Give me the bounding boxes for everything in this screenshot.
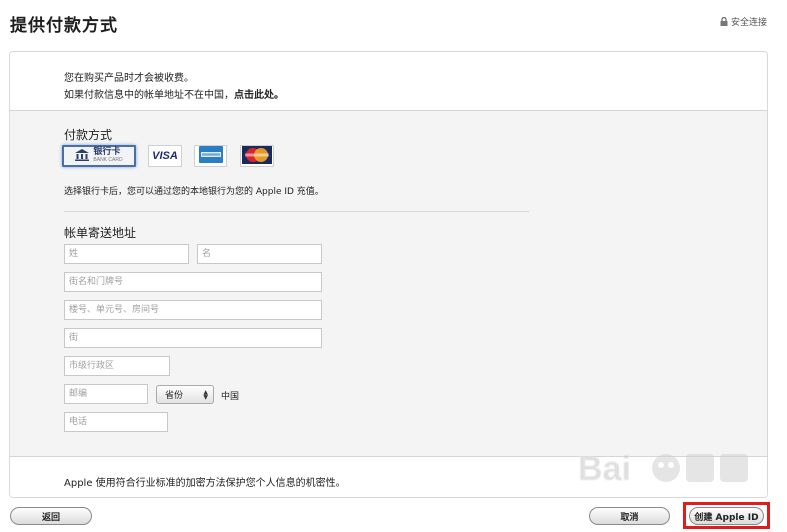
click-here-link[interactable]: 点击此处。	[234, 90, 284, 101]
select-arrows-icon: ▲ ▼	[203, 388, 208, 401]
create-apple-id-button[interactable]: 创建 Apple ID	[689, 507, 764, 525]
country-label: 中国	[221, 392, 240, 402]
billing-country-notice: 如果付款信息中的帐单地址不在中国，点击此处。	[64, 86, 284, 101]
payment-method-title: 付款方式	[64, 128, 113, 142]
amex-logo-icon	[198, 146, 223, 166]
street-field[interactable]	[64, 272, 322, 292]
billing-country-notice-text: 如果付款信息中的帐单地址不在中国，	[64, 90, 234, 101]
building-field[interactable]	[64, 300, 322, 320]
province-select-value: 省份	[165, 391, 184, 401]
bank-icon	[75, 148, 90, 164]
back-button[interactable]: 返回	[10, 507, 92, 525]
lock-icon	[720, 17, 728, 26]
billing-address-title: 帐单寄送地址	[64, 226, 137, 240]
bank-card-hint: 选择银行卡后，您可以通过您的本地银行为您的 Apple ID 充值。	[64, 187, 324, 197]
payment-option-visa[interactable]: VISA	[148, 145, 182, 167]
mastercard-logo-icon	[242, 145, 272, 167]
payment-form-card: 您在购买产品时才会被收费。 如果付款信息中的帐单地址不在中国，点击此处。 付款方…	[9, 51, 768, 498]
last-name-field[interactable]	[64, 244, 189, 264]
bank-card-sublabel: BANK CARD	[93, 157, 123, 163]
charge-notice: 您在购买产品时才会被收费。	[64, 73, 194, 84]
province-select[interactable]: 省份 ▲ ▼	[156, 385, 214, 404]
district-field[interactable]	[64, 356, 170, 376]
notice-section: 您在购买产品时才会被收费。 如果付款信息中的帐单地址不在中国，点击此处。	[10, 52, 767, 111]
payment-option-bank-card[interactable]: 银行卡 BANK CARD	[62, 145, 136, 167]
cancel-button[interactable]: 取消	[589, 507, 670, 525]
first-name-field[interactable]	[197, 244, 322, 264]
street2-field[interactable]	[64, 328, 322, 348]
payment-option-amex[interactable]	[194, 145, 227, 167]
page-title: 提供付款方式	[10, 16, 118, 36]
bank-card-label: 银行卡	[93, 147, 121, 157]
postcode-field[interactable]	[64, 384, 148, 404]
secure-connection-link[interactable]: 安全连接	[720, 15, 767, 28]
secure-connection-label: 安全连接	[730, 17, 767, 27]
section-divider	[64, 211, 529, 212]
payment-option-mastercard[interactable]	[240, 145, 274, 167]
privacy-section: Apple 使用符合行业标准的加密方法保护您个人信息的机密性。	[10, 456, 767, 497]
phone-field[interactable]	[64, 412, 168, 432]
visa-logo: VISA	[152, 150, 178, 162]
privacy-note: Apple 使用符合行业标准的加密方法保护您个人信息的机密性。	[64, 478, 346, 489]
